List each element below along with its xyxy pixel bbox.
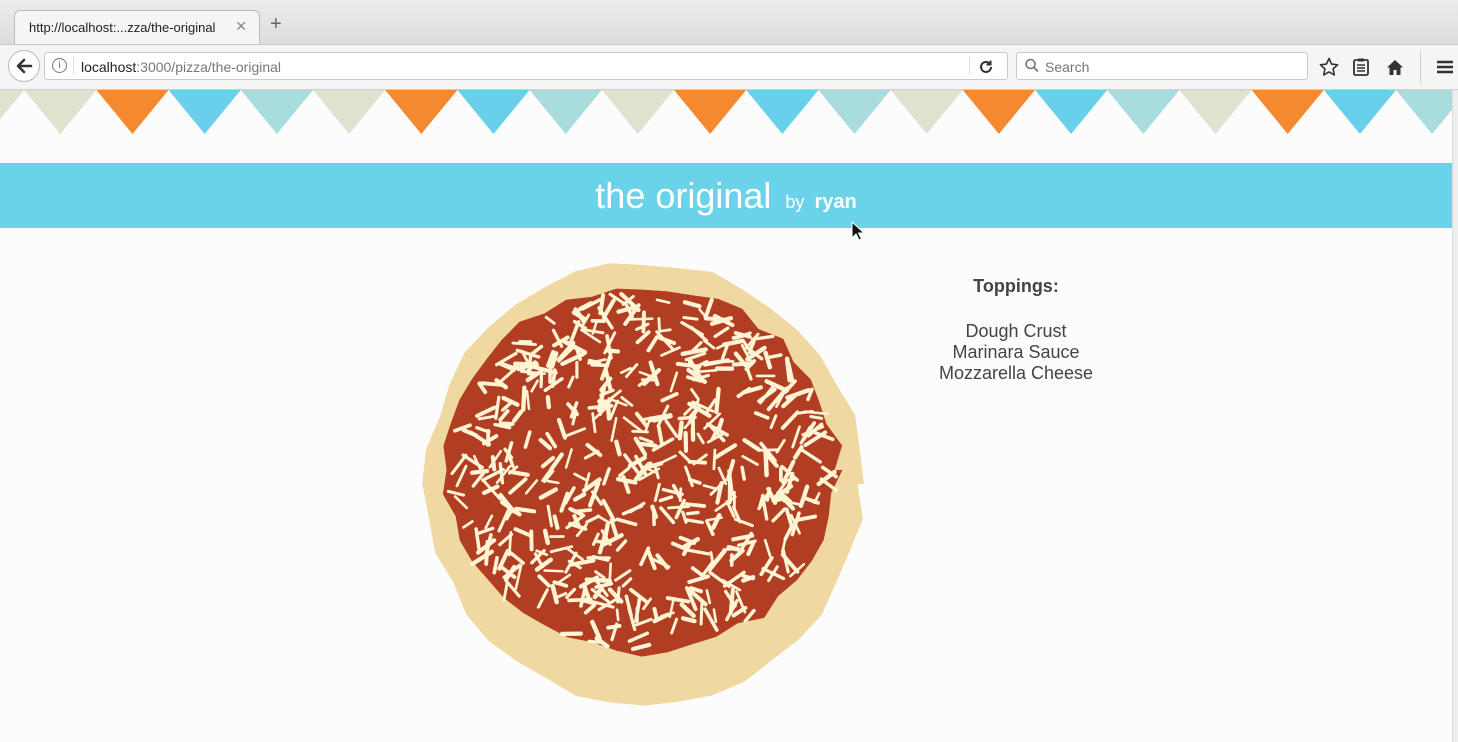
cheese-shred [606, 623, 622, 630]
reload-separator [969, 57, 970, 75]
by-label: by [785, 192, 805, 212]
search-bar[interactable]: Search [1016, 52, 1308, 80]
cheese-shred [615, 608, 620, 622]
cheese-shred [543, 569, 564, 573]
cheese-shred [498, 461, 505, 485]
cheese-shred [514, 506, 537, 514]
cheese-shred [587, 358, 602, 365]
bunting-flag [818, 90, 891, 134]
search-input[interactable]: Search [1045, 59, 1089, 75]
cheese-shred [687, 459, 708, 465]
cheese-shred [608, 562, 613, 580]
cheese-shred [658, 328, 672, 333]
cheese-shred [699, 369, 718, 373]
browser-nav-bar: i localhost:3000/pizza/the-original Sear… [0, 45, 1458, 90]
bunting-flag [1396, 90, 1452, 134]
cheese-shred [508, 531, 513, 557]
bunting-flag [1251, 90, 1324, 134]
bunting-flag [1107, 90, 1180, 134]
bunting-flag [601, 90, 674, 134]
cheese-shred [521, 385, 527, 412]
cheese-shred [590, 363, 610, 368]
cheese-shred [614, 439, 622, 457]
cheese-shred [490, 455, 497, 472]
browser-tab-bar: http://localhost:...zza/the-original ✕ + [0, 0, 1458, 45]
bunting-flag [1179, 90, 1252, 134]
bunting-flag [1035, 90, 1108, 134]
toppings-panel: Toppings: Dough Crust Marinara Sauce Moz… [916, 276, 1116, 384]
tab-close-icon[interactable]: ✕ [235, 18, 247, 35]
bunting-flag [0, 90, 25, 120]
bunting-flag [962, 90, 1035, 134]
cheese-shred [657, 317, 661, 331]
back-button[interactable] [8, 50, 40, 82]
url-separator [73, 57, 74, 75]
bunting-flag [24, 90, 97, 134]
reading-list-icon[interactable] [1350, 56, 1372, 78]
back-arrow-icon [16, 58, 33, 74]
cheese-shred [545, 395, 552, 410]
url-bar[interactable]: i localhost:3000/pizza/the-original [44, 52, 1008, 80]
pizza-title: the original [595, 175, 772, 216]
cheese-shred [605, 401, 612, 421]
topping-item: Marinara Sauce [952, 342, 1080, 362]
cheese-shred [682, 316, 699, 321]
cheese-shred [677, 420, 684, 441]
cheese-shred [546, 479, 560, 485]
cheese-shred [584, 577, 613, 584]
url-text[interactable]: localhost:3000/pizza/the-original [81, 59, 281, 75]
cheese-shred [552, 514, 560, 531]
bunting-flag [240, 90, 313, 134]
bunting-decoration [0, 90, 1452, 134]
cheese-shred [631, 429, 649, 434]
cheese-shred [667, 505, 690, 510]
bunting-flag [674, 90, 747, 134]
cheese-shred [542, 528, 551, 546]
cheese-shred [809, 415, 824, 420]
author-link[interactable]: ryan [814, 191, 856, 213]
bunting-flag [457, 90, 530, 134]
cheese-shred [728, 587, 735, 615]
home-icon[interactable] [1384, 56, 1406, 78]
pizza-illustration [422, 263, 864, 706]
bunting-flag [746, 90, 819, 134]
info-icon[interactable]: i [52, 58, 67, 73]
mouse-cursor-icon [851, 221, 866, 241]
title-banner: the original by ryan [0, 163, 1452, 228]
new-tab-button[interactable]: + [270, 14, 282, 34]
cheese-shred [636, 441, 658, 448]
browser-tab[interactable]: http://localhost:...zza/the-original ✕ [14, 10, 260, 44]
cheese-shred [641, 310, 646, 334]
cheese-shred [714, 386, 721, 415]
page-scrollbar[interactable] [1452, 90, 1458, 742]
bookmark-star-icon[interactable] [1318, 56, 1340, 78]
bunting-flag [890, 90, 963, 134]
cheese-shred [484, 539, 490, 566]
bunting-flag [529, 90, 602, 134]
hamburger-menu-icon[interactable] [1434, 56, 1456, 78]
cheese-shred [508, 469, 530, 477]
tab-title: http://localhost:...zza/the-original [29, 20, 216, 35]
toolbar-separator [1420, 51, 1421, 83]
bunting-flag [1323, 90, 1396, 134]
cheese-shred [469, 468, 490, 475]
cheese-shred [629, 317, 654, 321]
cheese-shred [740, 465, 746, 481]
url-host: localhost [81, 59, 137, 75]
bunting-flag [168, 90, 241, 134]
cheese-shred [699, 598, 704, 626]
toppings-heading: Toppings: [973, 276, 1059, 296]
reload-icon[interactable] [977, 58, 995, 76]
cheese-shred [685, 510, 700, 516]
bunting-flag [96, 90, 169, 134]
search-icon [1025, 58, 1039, 73]
cheese-shred [675, 361, 702, 369]
topping-item: Dough Crust [965, 321, 1067, 341]
bunting-flag [385, 90, 458, 134]
cheese-shred [680, 616, 697, 624]
bunting-flag [313, 90, 386, 134]
topping-item: Mozzarella Cheese [938, 363, 1094, 383]
url-path: :3000/pizza/the-original [136, 59, 282, 75]
